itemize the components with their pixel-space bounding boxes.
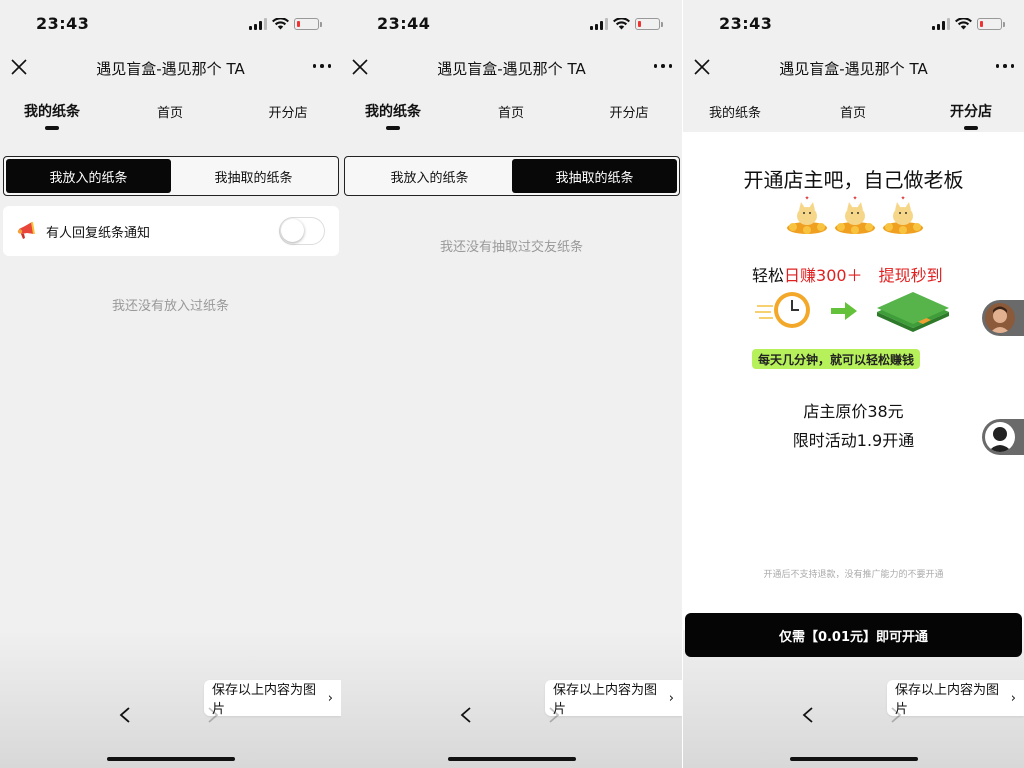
arrow-right-icon: [831, 302, 857, 320]
notify-label: 有人回复纸条通知: [46, 226, 151, 241]
tab-bar: 我的纸条 首页 开分店: [341, 88, 682, 132]
status-time: 23:44: [377, 14, 431, 33]
nav-bar: 遇见盲盒-遇见那个 TA: [683, 50, 1024, 86]
cellular-signal-icon: [249, 18, 267, 30]
panel-open-branch: 23:43 遇见盲盒-遇见那个 TA 我的纸条 首页 开分店 开通店主吧，自己做…: [683, 0, 1024, 768]
chevron-right-icon: ›: [1010, 690, 1016, 706]
floating-avatar-bubble[interactable]: [982, 300, 1024, 336]
segment-drawn-notes[interactable]: 我抽取的纸条: [171, 159, 336, 193]
page-title: 遇见盲盒-遇见那个 TA: [779, 60, 928, 78]
tab-bar: 我的纸条 首页 开分店: [0, 88, 341, 132]
more-options-icon[interactable]: [312, 64, 331, 68]
notes-segment-control: 我放入的纸条 我抽取的纸条: [3, 156, 339, 196]
tab-home[interactable]: 首页: [120, 102, 220, 121]
nav-bar: 遇见盲盒-遇见那个 TA: [341, 50, 682, 86]
battery-low-icon: [294, 18, 322, 30]
status-time: 23:43: [36, 14, 90, 33]
lucky-cat-icon: ✦: [883, 195, 923, 234]
segment-put-notes[interactable]: 我放入的纸条: [6, 159, 171, 193]
back-arrow-icon[interactable]: [118, 706, 132, 724]
tab-open-branch[interactable]: 开分店: [921, 101, 1021, 130]
save-as-image-button[interactable]: 保存以上内容为图片 ›: [545, 680, 682, 717]
cellular-signal-icon: [932, 18, 950, 30]
save-as-image-button[interactable]: 保存以上内容为图片 ›: [887, 680, 1024, 717]
svg-text:✦: ✦: [900, 195, 905, 202]
tab-my-notes[interactable]: 我的纸条: [2, 101, 102, 130]
battery-low-icon: [635, 18, 663, 30]
svg-text:✦: ✦: [804, 195, 809, 202]
empty-state-text: 我还没有放入过纸条: [111, 299, 229, 314]
promo-price: 限时活动1.9开通: [792, 431, 915, 450]
cellular-signal-icon: [590, 18, 608, 30]
chevron-right-icon: ›: [668, 690, 674, 706]
forward-arrow-icon[interactable]: [889, 706, 903, 724]
back-arrow-icon[interactable]: [801, 706, 815, 724]
clock-icon: [755, 292, 810, 328]
megaphone-icon: [17, 221, 35, 239]
page-title: 遇见盲盒-遇见那个 TA: [437, 60, 586, 78]
nav-bar: 遇见盲盒-遇见那个 TA: [0, 50, 341, 86]
segment-put-notes[interactable]: 我放入的纸条: [347, 159, 512, 193]
shop-headline: 开通店主吧，自己做老板: [743, 168, 964, 192]
tab-indicator: [964, 126, 978, 130]
wifi-icon: [272, 18, 289, 30]
notes-segment-control: 我放入的纸条 我抽取的纸条: [344, 156, 680, 196]
avatar: [985, 422, 1015, 452]
svg-text:✦: ✦: [852, 195, 857, 202]
forward-arrow-icon[interactable]: [206, 706, 220, 724]
avatar: [985, 303, 1015, 333]
segment-drawn-notes[interactable]: 我抽取的纸条: [512, 159, 677, 193]
home-indicator: [790, 757, 918, 761]
promo-pill: 每天几分钟，就可以轻松赚钱: [752, 349, 921, 369]
floating-avatar-bubble[interactable]: [982, 419, 1024, 455]
empty-state-text: 我还没有抽取过交友纸条: [439, 240, 583, 255]
panel-my-notes-put: 23:43 遇见盲盒-遇见那个 TA 我的纸条 首页 开分店 我放入的纸条 我抽…: [0, 0, 341, 768]
shop-promo-card: 开通店主吧，自己做老板 ✦ ✦ ✦ 轻松日赚300＋ 提现秒到 每天几分钟，就可以…: [683, 132, 1024, 632]
status-bar: 23:44: [341, 0, 682, 50]
more-options-icon[interactable]: [995, 64, 1014, 68]
wifi-icon: [955, 18, 972, 30]
tab-open-branch[interactable]: 开分店: [579, 102, 679, 121]
tab-home[interactable]: 首页: [461, 102, 561, 121]
tab-home[interactable]: 首页: [803, 102, 903, 121]
status-bar: 23:43: [0, 0, 341, 50]
refund-disclaimer: 开通后不支持退款，没有推广能力的不要开通: [763, 570, 944, 580]
notify-toggle[interactable]: [279, 217, 325, 245]
home-indicator: [448, 757, 576, 761]
cash-stack-icon: [877, 292, 949, 332]
tab-my-notes[interactable]: 我的纸条: [685, 102, 785, 121]
wifi-icon: [613, 18, 630, 30]
page-title: 遇见盲盒-遇见那个 TA: [96, 60, 245, 78]
battery-low-icon: [977, 18, 1005, 30]
status-time: 23:43: [719, 14, 773, 33]
more-options-icon[interactable]: [653, 64, 672, 68]
tab-indicator: [386, 126, 400, 130]
tab-bar: 我的纸条 首页 开分店: [683, 88, 1024, 132]
panel-my-notes-drawn: 23:44 遇见盲盒-遇见那个 TA 我的纸条 首页 开分店 我放入的纸条 我抽…: [341, 0, 682, 768]
lucky-cat-icon: ✦: [787, 195, 827, 234]
tab-open-branch[interactable]: 开分店: [238, 102, 338, 121]
cat-coins-decoration: ✦ ✦ ✦: [785, 192, 926, 237]
original-price: 店主原价38元: [803, 402, 904, 421]
open-store-button[interactable]: 仅需【0.01元】即可开通: [685, 613, 1022, 657]
lucky-cat-icon: ✦: [835, 195, 875, 234]
home-indicator: [107, 757, 235, 761]
earn-tagline: 轻松日赚300＋ 提现秒到: [752, 266, 943, 285]
save-as-image-button[interactable]: 保存以上内容为图片 ›: [204, 680, 341, 717]
chevron-right-icon: ›: [327, 690, 333, 706]
reply-notification-row: 有人回复纸条通知: [3, 206, 339, 256]
tab-indicator: [45, 126, 59, 130]
toggle-knob: [281, 219, 304, 242]
forward-arrow-icon[interactable]: [547, 706, 561, 724]
back-arrow-icon[interactable]: [459, 706, 473, 724]
status-bar: 23:43: [683, 0, 1024, 50]
tab-my-notes[interactable]: 我的纸条: [343, 101, 443, 130]
